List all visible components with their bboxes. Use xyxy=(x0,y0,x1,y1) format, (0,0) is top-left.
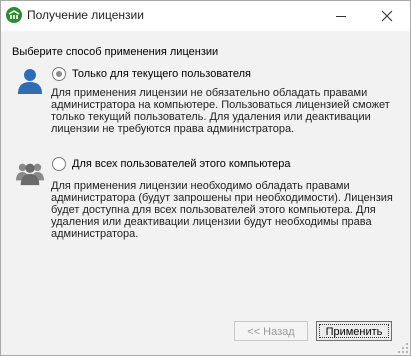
prompt-label: Выберите способ применения лицензии xyxy=(12,46,219,58)
minimize-button[interactable] xyxy=(318,1,364,31)
radio-all-users[interactable] xyxy=(52,157,66,171)
option-all-users-description: Для применения лицензии необходимо облад… xyxy=(51,180,393,240)
option-current-user-label: Только для текущего пользователя xyxy=(72,68,251,80)
apply-button[interactable]: Применить xyxy=(316,321,392,341)
user-group-icon xyxy=(16,163,44,186)
close-icon xyxy=(381,10,393,22)
dialog-content: Выберите способ применения лицензии Толь… xyxy=(1,31,410,355)
back-button[interactable]: << Назад xyxy=(234,321,308,341)
minimize-icon xyxy=(336,16,346,17)
option-all-users-label: Для всех пользователей этого компьютера xyxy=(72,158,291,170)
close-button[interactable] xyxy=(364,1,410,31)
option-current-user[interactable]: Только для текущего пользователя xyxy=(52,67,251,81)
radio-current-user[interactable] xyxy=(52,67,66,81)
resize-grip-icon[interactable] xyxy=(398,343,408,353)
license-dialog: Получение лицензии Выберите способ приме… xyxy=(0,0,411,356)
window-title: Получение лицензии xyxy=(27,8,144,22)
option-all-users[interactable]: Для всех пользователей этого компьютера xyxy=(52,157,290,171)
title-bar: Получение лицензии xyxy=(1,1,410,31)
license-app-icon xyxy=(6,7,22,23)
single-user-icon xyxy=(18,69,42,94)
option-current-user-description: Для применения лицензии не обязательно о… xyxy=(51,87,390,135)
apply-button-label: Применить xyxy=(325,326,383,338)
